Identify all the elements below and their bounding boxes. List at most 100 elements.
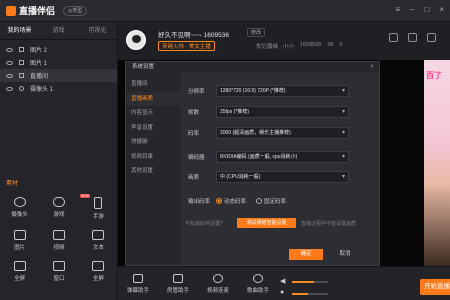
- tab-my-scenes[interactable]: 我的场景: [0, 22, 39, 39]
- chat-icon[interactable]: [389, 33, 398, 42]
- monitor-icon: [13, 261, 26, 271]
- image-icon: [19, 60, 24, 65]
- settings-nav-item[interactable]: 声音设置: [126, 121, 181, 136]
- avatar[interactable]: [126, 30, 146, 50]
- quality-select[interactable]: 中 (CPU消耗一般): [216, 171, 349, 183]
- cancel-button[interactable]: 取消: [328, 249, 362, 260]
- mic-volume-fill: [292, 293, 309, 295]
- video-link-button[interactable]: 视频连麦: [198, 274, 238, 294]
- material-label: 图片: [14, 245, 26, 251]
- edit-button[interactable]: 修改: [247, 28, 266, 37]
- material-label: 文本: [92, 245, 104, 251]
- settings-nav-item[interactable]: 视频目录: [126, 150, 181, 165]
- bitrate-row: 码率 2000 (超清画质，娱乐主播推荐): [188, 127, 349, 139]
- fps-select[interactable]: 25fps (*推荐): [216, 106, 349, 118]
- header-icons: [389, 33, 436, 42]
- meta-line: 失忆魔缘 · 小小 1609536 36 0: [256, 42, 343, 50]
- scene-item[interactable]: 直播间: [0, 69, 117, 82]
- song-helper-button[interactable]: 歌曲助手: [238, 274, 278, 294]
- eye-icon[interactable]: [6, 60, 13, 65]
- text-icon: [92, 230, 105, 240]
- speaker-icon[interactable]: ◀: [280, 277, 285, 285]
- speaker-volume-slider[interactable]: [292, 281, 328, 283]
- material-window[interactable]: 窗口: [39, 261, 78, 282]
- close-icon[interactable]: ×: [439, 5, 444, 15]
- material-text[interactable]: 文本: [79, 230, 118, 251]
- scene-list: 图片 2 图片 1 直播间 摄像头 1: [0, 40, 117, 95]
- mic-icon[interactable]: ●: [280, 289, 284, 296]
- eye-icon[interactable]: [6, 73, 13, 78]
- scene-item[interactable]: 摄像头 1: [0, 82, 117, 95]
- fixed-bitrate-radio[interactable]: [256, 198, 263, 204]
- material-camera[interactable]: 摄像头: [0, 197, 39, 220]
- meta-room-id: 1609536: [299, 42, 322, 48]
- settings-nav-item[interactable]: 直播间: [126, 77, 181, 92]
- gamepad-icon: [52, 197, 65, 207]
- bitrate-select[interactable]: 2000 (超清画质，娱乐主播推荐): [216, 127, 349, 139]
- resolution-row: 分辨率 1280*720 (16:9) 720P (*推荐): [188, 85, 349, 97]
- settings-nav-item[interactable]: 快捷键: [126, 135, 181, 150]
- material-video[interactable]: 视频: [39, 230, 78, 251]
- material-label: 摄像头: [11, 212, 28, 218]
- scene-label: 图片 2: [30, 48, 48, 54]
- start-live-button[interactable]: 开始直播: [420, 279, 450, 295]
- material-fullscreen[interactable]: 全屏: [0, 261, 39, 282]
- window-icon: [52, 261, 65, 271]
- phone-icon: [94, 197, 103, 209]
- window-icon: [19, 73, 24, 78]
- app-title: 直播伴侣: [19, 6, 56, 16]
- dynamic-bitrate-radio[interactable]: [216, 198, 222, 204]
- list-icon[interactable]: [408, 33, 417, 42]
- resolution-select[interactable]: 1280*720 (16:9) 720P (*推荐): [216, 85, 349, 97]
- scene-label: 直播间: [30, 74, 49, 80]
- material-fullscreen-2[interactable]: 全屏: [79, 261, 118, 282]
- meta-likes: 36: [327, 42, 334, 48]
- minimize-icon[interactable]: –: [410, 5, 414, 15]
- tool-label: 弹幕助手: [126, 288, 149, 294]
- settings-nav-item[interactable]: 内容显示: [126, 106, 181, 121]
- dynamic-bitrate-label: 动态码率: [224, 199, 247, 205]
- materials-title: 素材: [6, 181, 19, 187]
- room-manager-button[interactable]: 房管助手: [158, 274, 198, 294]
- app-logo: 直播伴侣: [6, 4, 55, 17]
- fullscreen-icon: [92, 261, 105, 271]
- encoder-row: 编码器 NVIDIA编码 (画质一般, cpu消耗小): [188, 151, 349, 163]
- encoder-select[interactable]: NVIDIA编码 (画质一般, cpu消耗小): [216, 151, 349, 163]
- tool-label: 歌曲助手: [246, 288, 269, 294]
- settings-nav-item-active[interactable]: 直播画质: [126, 91, 181, 106]
- material-game[interactable]: 游戏: [39, 197, 78, 220]
- settings-nav-item[interactable]: 其他设置: [126, 164, 181, 179]
- meta-fans: 0: [339, 42, 343, 48]
- encoder-label: 编码器: [188, 155, 205, 161]
- mic-volume-slider[interactable]: [292, 293, 328, 295]
- notice-icon[interactable]: [427, 33, 436, 42]
- smart-settings-button[interactable]: 测试网络智能设置: [237, 218, 296, 228]
- confirm-button[interactable]: 确定: [289, 249, 323, 260]
- danmu-helper-button[interactable]: 弹幕助手: [118, 274, 158, 294]
- material-label: 手游: [92, 214, 104, 220]
- bitrate-mode-label: 输出码率: [188, 199, 211, 205]
- materials-grid: 摄像头 游戏 NEW 手游 图片 视频 文本 全屏 窗口 全屏: [0, 194, 118, 282]
- scene-label: 图片 1: [30, 61, 48, 67]
- category-tag[interactable]: 穿越火线 - 美女主播: [158, 41, 215, 51]
- menu-icon[interactable]: ≡: [395, 5, 400, 15]
- close-icon[interactable]: ×: [370, 62, 374, 72]
- scene-item[interactable]: 图片 2: [0, 43, 117, 56]
- username: 好久不见啊~~~ 1609536: [158, 32, 229, 39]
- tab-visual[interactable]: 可视化: [78, 22, 117, 39]
- scene-label: 摄像头 1: [30, 87, 54, 93]
- bitrate-label: 码率: [188, 131, 200, 137]
- scene-item[interactable]: 图片 1: [0, 56, 117, 69]
- quality-row: 画质 中 (CPU消耗一般): [188, 171, 349, 183]
- material-mobile-game[interactable]: NEW 手游: [79, 194, 118, 220]
- window-controls: ≡ – □ ×: [395, 5, 444, 15]
- eye-icon[interactable]: [6, 86, 13, 91]
- type-badge[interactable]: ◎类型: [63, 6, 88, 16]
- eye-icon[interactable]: [6, 47, 13, 52]
- camera-icon: [19, 86, 24, 91]
- tab-games[interactable]: 游戏: [39, 22, 78, 39]
- maximize-icon[interactable]: □: [424, 5, 429, 15]
- material-image[interactable]: 图片: [0, 230, 39, 251]
- material-label: 游戏: [53, 212, 65, 218]
- tool-label: 房管助手: [166, 288, 189, 294]
